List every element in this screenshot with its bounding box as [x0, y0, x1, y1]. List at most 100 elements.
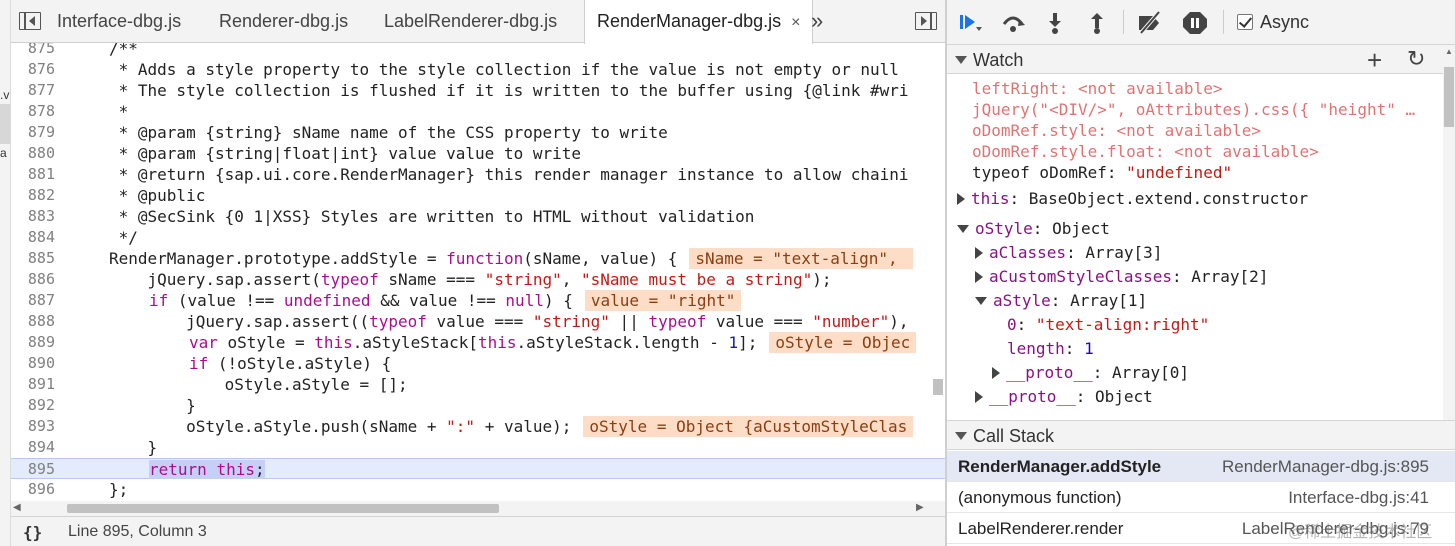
watch-section-header[interactable]: Watch + ↻ — [947, 44, 1455, 76]
toolbar-separator — [1123, 10, 1124, 34]
line-number[interactable]: 880 — [11, 143, 55, 164]
line-number[interactable]: 891 — [11, 374, 55, 395]
watch-item[interactable]: oDomRef.style.float: <not available> — [972, 141, 1455, 163]
line-number[interactable]: 881 — [11, 164, 55, 185]
scope-item-aclasses[interactable]: aClasses: Array[3] — [975, 242, 1455, 264]
expand-triangle-icon[interactable] — [975, 271, 983, 283]
line-number[interactable]: 894 — [11, 437, 55, 458]
tab-interface-dbg[interactable]: Interface-dbg.js — [45, 0, 193, 43]
line-number[interactable]: 885 — [11, 248, 55, 269]
frame-function: LabelRenderer.render — [958, 519, 1124, 538]
frame-location[interactable]: RenderManager-dbg.js:895 — [1222, 457, 1429, 477]
call-stack-section-header[interactable]: Call Stack — [947, 420, 1455, 450]
code-keyword: function — [446, 249, 524, 268]
line-number[interactable]: 893 — [11, 416, 55, 437]
call-frame[interactable]: RenderManager.addStyle RenderManager-dbg… — [947, 451, 1455, 482]
expand-triangle-icon[interactable] — [957, 193, 965, 205]
code-keyword: var — [189, 333, 218, 352]
property-value: Array[1] — [1070, 291, 1148, 310]
collapse-triangle-icon[interactable] — [957, 225, 969, 233]
close-tab-icon[interactable]: × — [791, 1, 800, 44]
scope-item-acustomstyleclasses[interactable]: aCustomStyleClasses: Array[2] — [975, 266, 1455, 288]
expand-triangle-icon[interactable] — [975, 391, 983, 403]
frame-location[interactable]: Interface-dbg.js:41 — [1288, 488, 1429, 508]
toggle-navigator-icon[interactable] — [19, 12, 41, 30]
line-number[interactable]: 895 — [11, 459, 55, 480]
async-checkbox[interactable] — [1237, 14, 1253, 30]
scrollbar-thumb[interactable] — [67, 504, 499, 513]
scroll-up-icon[interactable]: ▲ — [1445, 47, 1453, 56]
scroll-left-icon[interactable]: ◀ — [13, 502, 21, 513]
watch-expression: typeof oDomRef — [972, 163, 1107, 182]
scope-item-index-0[interactable]: 0: "text-align:right" — [1007, 314, 1455, 336]
inline-value: value = "right" — [584, 290, 742, 311]
line-number[interactable]: 878 — [11, 101, 55, 122]
code-text: ); — [812, 270, 832, 289]
tab-label: Renderer-dbg.js — [219, 11, 349, 31]
line-number[interactable]: 890 — [11, 353, 55, 374]
line-number[interactable]: 887 — [11, 290, 55, 311]
tab-rendermanager-dbg[interactable]: RenderManager-dbg.js × — [584, 0, 814, 44]
scroll-right-icon[interactable]: ▶ — [916, 502, 924, 513]
watch-item[interactable]: oDomRef.style: <not available> — [972, 120, 1455, 142]
line-number[interactable]: 892 — [11, 395, 55, 416]
line-number[interactable]: 884 — [11, 227, 55, 248]
tab-renderer-dbg[interactable]: Renderer-dbg.js — [207, 0, 360, 43]
code-text: * @SecSink {0 1|XSS} Styles are written … — [109, 207, 755, 226]
line-number[interactable]: 889 — [11, 332, 55, 353]
line-number[interactable]: 886 — [11, 269, 55, 290]
step-out-icon[interactable] — [1083, 10, 1111, 36]
expand-triangle-icon[interactable] — [975, 247, 983, 259]
refresh-icon[interactable]: ↻ — [1407, 46, 1425, 72]
scope-item-ostyle[interactable]: oStyle: Object — [957, 218, 1453, 240]
code-keyword: null — [505, 291, 544, 310]
code-line: 891 oStyle.aStyle = []; — [11, 374, 945, 395]
scrollbar-thumb[interactable] — [1444, 67, 1454, 127]
scope-item-length[interactable]: length: 1 — [1007, 338, 1455, 360]
sidebar-scrollbar[interactable]: ▲ — [1443, 45, 1455, 425]
line-number[interactable]: 896 — [11, 479, 55, 500]
tab-labelrenderer-dbg[interactable]: LabelRenderer-dbg.js — [372, 0, 569, 43]
property-name: oStyle — [975, 219, 1033, 238]
more-tabs-icon[interactable]: » — [811, 8, 823, 34]
line-number[interactable]: 875 — [11, 43, 55, 59]
call-frame[interactable]: (anonymous function) Interface-dbg.js:41 — [947, 482, 1455, 513]
code-text: sName === — [378, 270, 485, 289]
scope-item-astyle[interactable]: aStyle: Array[1] — [975, 290, 1455, 312]
expand-triangle-icon[interactable] — [992, 367, 1000, 379]
code-area[interactable]: 875 /** 876 * Adds a style property to th… — [11, 43, 945, 501]
vertical-scrollbar-thumb[interactable] — [933, 379, 943, 395]
property-name: 0 — [1007, 315, 1017, 334]
line-number[interactable]: 877 — [11, 80, 55, 101]
scope-item-this[interactable]: this: BaseObject.extend.constructor — [957, 188, 1453, 210]
debugger-sidebar: Async Watch + ↻ leftRight: <not availabl… — [947, 0, 1455, 546]
step-over-icon[interactable] — [999, 10, 1027, 36]
deactivate-breakpoints-icon[interactable] — [1135, 10, 1163, 36]
horizontal-scrollbar[interactable]: ◀ ▶ — [11, 501, 945, 516]
add-watch-icon[interactable]: + — [1367, 45, 1382, 76]
resume-icon[interactable] — [957, 10, 985, 36]
code-text: * @param {string|float|int} value value … — [109, 144, 582, 163]
scope-item-proto-array[interactable]: __proto__: Array[0] — [992, 362, 1455, 384]
pause-on-exceptions-icon[interactable] — [1181, 10, 1209, 36]
watch-item[interactable]: jQuery("<DIV/>", oAttributes).css({ "hei… — [972, 99, 1422, 121]
code-text: */ — [109, 228, 138, 247]
collapse-triangle-icon[interactable] — [975, 297, 987, 305]
code-text: ; — [254, 460, 265, 479]
step-into-icon[interactable] — [1041, 10, 1069, 36]
line-number[interactable]: 883 — [11, 206, 55, 227]
debugger-toolbar: Async — [947, 0, 1455, 45]
watch-item[interactable]: leftRight: <not available> — [972, 78, 1455, 100]
scope-item-proto-object[interactable]: __proto__: Object — [975, 386, 1455, 408]
line-number[interactable]: 888 — [11, 311, 55, 332]
pretty-print-button[interactable]: {} — [23, 523, 42, 542]
watch-item[interactable]: typeof oDomRef: "undefined" — [972, 162, 1455, 184]
toggle-debugger-icon[interactable] — [915, 12, 937, 30]
code-line: 889 var oStyle = this.aStyleStack[this.aS… — [11, 332, 945, 353]
watch-value: <not available> — [1116, 121, 1262, 140]
line-number[interactable]: 879 — [11, 122, 55, 143]
line-number[interactable]: 876 — [11, 59, 55, 80]
section-title: Call Stack — [973, 426, 1055, 446]
code-keyword: this — [314, 333, 353, 352]
line-number[interactable]: 882 — [11, 185, 55, 206]
